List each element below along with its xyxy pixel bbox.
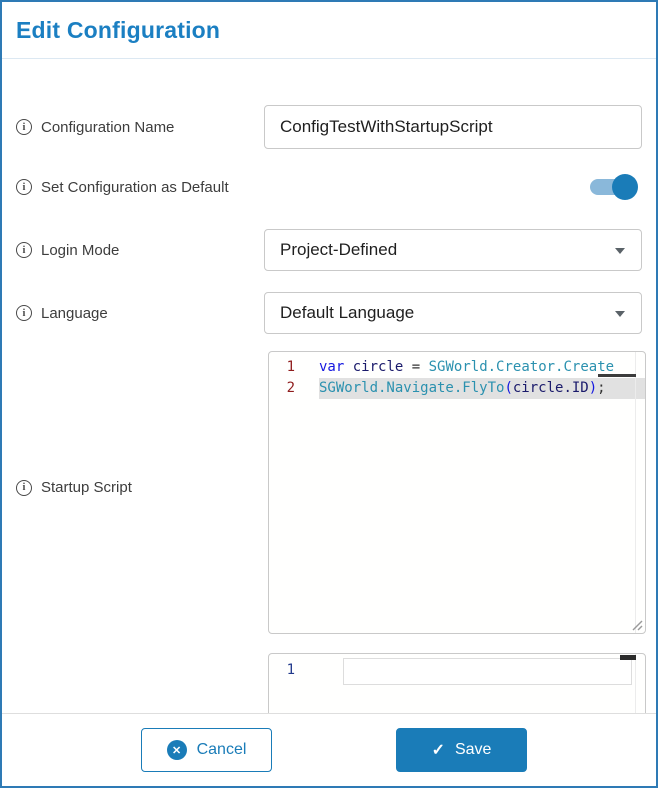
line-number: 2 xyxy=(286,380,295,396)
code-line[interactable]: 2 SGWorld.Navigate.FlyTo(circle.ID); xyxy=(269,378,645,399)
dialog-footer: ✕ Cancel ✓ Save xyxy=(2,713,656,784)
info-icon: i xyxy=(16,479,32,496)
code-text: SGWorld.Navigate.FlyTo(circle.ID); xyxy=(319,378,645,399)
login-mode-value: Project-Defined xyxy=(280,240,398,259)
language-label: i Language xyxy=(16,305,108,322)
chevron-down-icon xyxy=(615,311,625,317)
cancel-button-label: Cancel xyxy=(196,741,247,758)
editor-scrollbar-thumb[interactable] xyxy=(598,374,636,377)
editor-scrollbar-thumb[interactable] xyxy=(620,655,636,660)
config-name-label: i Configuration Name xyxy=(16,119,174,136)
code-text: var circle = SGWorld.Creator.Create xyxy=(319,359,615,375)
language-value: Default Language xyxy=(280,303,415,322)
info-icon: i xyxy=(16,242,32,258)
edit-configuration-dialog: Edit Configuration i Configuration Name … xyxy=(0,0,658,788)
set-default-label-text: Set Configuration as Default xyxy=(41,178,229,196)
line-number: 1 xyxy=(286,359,295,375)
login-mode-label: i Login Mode xyxy=(16,242,119,259)
info-icon: i xyxy=(16,119,32,135)
save-button[interactable]: ✓ Save xyxy=(396,728,527,772)
login-mode-select[interactable]: Project-Defined xyxy=(264,229,642,271)
chevron-down-icon xyxy=(615,248,625,254)
set-default-toggle[interactable] xyxy=(590,174,638,200)
resize-handle-icon[interactable] xyxy=(630,618,643,631)
language-row: i Language Default Language xyxy=(2,292,656,334)
active-line-box[interactable] xyxy=(343,658,632,685)
login-mode-row: i Login Mode Project-Defined xyxy=(2,229,656,271)
cancel-button[interactable]: ✕ Cancel xyxy=(141,728,272,772)
info-icon: i xyxy=(16,179,32,195)
language-label-text: Language xyxy=(41,304,108,322)
secondary-script-editor[interactable]: 1 xyxy=(268,653,646,713)
config-name-label-text: Configuration Name xyxy=(41,118,175,136)
dialog-title: Edit Configuration xyxy=(16,16,221,43)
dialog-content: i Configuration Name i Set Configuration… xyxy=(2,59,656,713)
editor-scroll-track xyxy=(635,352,636,633)
cancel-x-icon: ✕ xyxy=(166,740,187,760)
set-default-label: i Set Configuration as Default xyxy=(16,179,229,196)
language-select[interactable]: Default Language xyxy=(264,292,642,334)
info-icon: i xyxy=(16,305,32,321)
config-name-row: i Configuration Name xyxy=(2,105,656,149)
startup-script-editor[interactable]: 1 var circle = SGWorld.Creator.Create 2 SGW… xyxy=(268,351,646,634)
login-mode-label-text: Login Mode xyxy=(41,241,120,259)
set-default-row: i Set Configuration as Default xyxy=(2,165,656,209)
save-button-label: Save xyxy=(454,741,492,758)
toggle-knob xyxy=(612,174,638,200)
startup-script-label: i Startup Script xyxy=(16,479,132,496)
code-line[interactable]: 1 var circle = SGWorld.Creator.Create xyxy=(269,357,645,378)
dialog-header: Edit Configuration xyxy=(2,2,656,59)
startup-script-label-text: Startup Script xyxy=(41,479,132,496)
check-icon: ✓ xyxy=(431,742,445,759)
editor-scroll-track xyxy=(635,654,636,713)
line-number: 1 xyxy=(286,662,295,678)
startup-script-editor-lines: 1 var circle = SGWorld.Creator.Create 2 SGW… xyxy=(269,357,645,399)
config-name-input[interactable] xyxy=(264,105,642,149)
